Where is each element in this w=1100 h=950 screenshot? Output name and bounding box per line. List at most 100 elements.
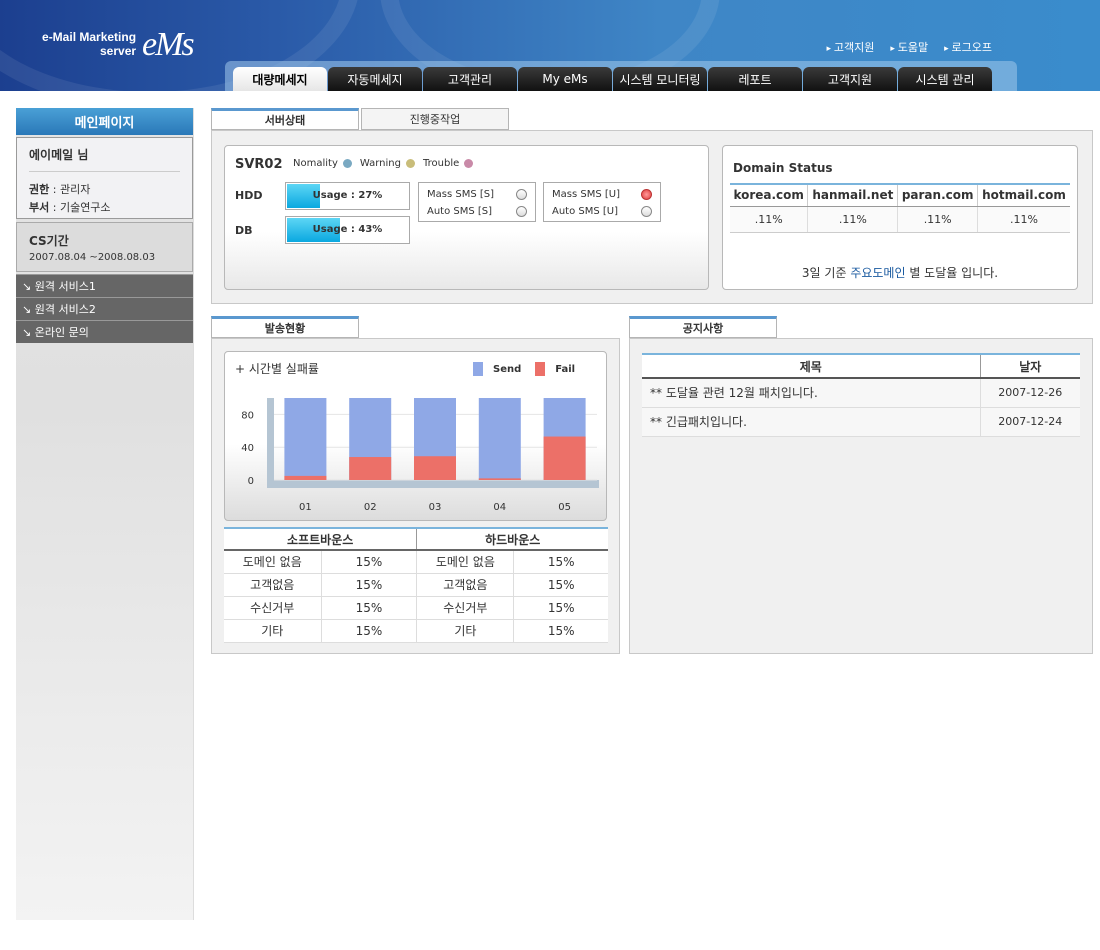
bounce-row: 수신거부 15% 수신거부 15% <box>224 596 608 620</box>
auto-sms-s-radio[interactable] <box>516 206 527 217</box>
mass-sms-u-radio[interactable] <box>641 189 652 200</box>
sidebar-item-remote2[interactable]: ↘ 원격 서비스2 <box>16 297 193 320</box>
dept-value: : 기술연구소 <box>52 201 111 214</box>
note-text: 3일 기준 <box>801 266 851 280</box>
tab-server-status[interactable]: 서버상태 <box>211 108 359 130</box>
notice-date-header: 날자 <box>979 353 1080 379</box>
legend-trouble: Trouble <box>423 158 474 169</box>
tab-system-monitoring[interactable]: 시스템 모니터링 <box>613 67 707 91</box>
domain-col: hanmail.net <box>807 183 899 207</box>
bounce-rate: 15% <box>513 596 608 620</box>
sidebar-title[interactable]: 메인페이지 <box>16 108 193 135</box>
bounce-reason: 기타 <box>224 619 322 643</box>
bounce-reason: 기타 <box>416 619 515 643</box>
auto-sms-u-label: Auto SMS [U] <box>552 206 619 217</box>
sidebar-item-remote1[interactable]: ↘ 원격 서비스1 <box>16 274 193 297</box>
x-tick-label: 03 <box>429 502 442 513</box>
bounce-row: 고객없음 15% 고객없음 15% <box>224 573 608 597</box>
tab-jobs-in-progress[interactable]: 진행중작업 <box>361 108 509 130</box>
chart-box: + 시간별 실패률 Send Fail 0 40 80 01 02 03 04 05 <box>224 351 607 521</box>
bounce-rate: 15% <box>513 550 608 574</box>
cs-period: 2007.08.04 ~2008.08.03 <box>29 252 156 263</box>
notice-title-header: 제목 <box>642 353 980 379</box>
domain-rate: .11% <box>897 206 979 233</box>
bounce-row: 기타 15% 기타 15% <box>224 619 608 643</box>
hdd-usage-bar: Usage : 27% <box>285 182 410 210</box>
bounce-reason: 도메인 없음 <box>224 550 322 574</box>
notice-title[interactable]: ** 긴급패치입니다. <box>642 407 980 437</box>
domain-rate: .11% <box>977 206 1070 233</box>
db-usage-text: Usage : 43% <box>312 224 383 235</box>
auto-sms-s-label: Auto SMS [S] <box>427 206 493 217</box>
note-highlight: 주요도메인 <box>850 266 906 280</box>
tab-send-status[interactable]: 발송현황 <box>211 316 359 338</box>
cs-title: CS기간 <box>29 234 69 248</box>
tab-my-ems[interactable]: My eMs <box>518 67 612 91</box>
server-name: SVR02 <box>235 157 283 172</box>
y-tick-label: 0 <box>248 476 254 487</box>
mass-sms-u-label: Mass SMS [U] <box>552 189 620 200</box>
logo-line1: e-Mail Marketing <box>42 30 137 44</box>
user-dept: 부서 : 기술연구소 <box>29 199 180 215</box>
top-link-help[interactable]: 도움말 <box>890 39 928 55</box>
arrow-icon: ↘ <box>22 302 35 316</box>
normal-dot-icon <box>342 158 352 168</box>
soft-bounce-header: 소프트바운스 <box>224 527 417 551</box>
x-tick-label: 05 <box>558 502 571 513</box>
notice-date: 2007-12-24 <box>979 407 1080 437</box>
sms-s-box: Mass SMS [S] Auto SMS [S] <box>418 182 536 222</box>
notice-row[interactable]: ** 도달율 관련 12월 패치입니다. 2007-12-26 <box>642 378 1080 408</box>
cs-period-box: CS기간 2007.08.04 ~2008.08.03 <box>16 222 193 272</box>
tab-report[interactable]: 레포트 <box>708 67 802 91</box>
tab-customer[interactable]: 고객관리 <box>423 67 517 91</box>
x-tick-label: 01 <box>299 502 312 513</box>
send-bar <box>284 398 327 480</box>
tab-bulk-message[interactable]: 대량메세지 <box>233 67 327 91</box>
role-label: 권한 <box>29 183 50 196</box>
send-bar <box>478 398 521 480</box>
tab-notice[interactable]: 공지사항 <box>629 316 777 338</box>
bounce-rate: 15% <box>513 573 608 597</box>
app-logo[interactable]: e-Mail Marketing server eMs <box>38 26 195 63</box>
legend-warning: Warning <box>360 158 415 169</box>
role-value: : 관리자 <box>52 183 91 196</box>
top-link-support[interactable]: 고객지원 <box>826 39 874 55</box>
main-nav: 대량메세지 자동메세지 고객관리 My eMs 시스템 모니터링 레포트 고객지… <box>225 61 1017 91</box>
hard-bounce-header: 하드바운스 <box>416 527 608 551</box>
sidebar-item-online-inquiry[interactable]: ↘ 온라인 문의 <box>16 320 193 343</box>
db-usage-bar: Usage : 43% <box>285 216 410 244</box>
tab-support[interactable]: 고객지원 <box>803 67 897 91</box>
notice-title[interactable]: ** 도달율 관련 12월 패치입니다. <box>642 378 980 408</box>
hdd-usage-text: Usage : 27% <box>312 190 383 201</box>
domain-rate: .11% <box>807 206 899 233</box>
bounce-rate: 15% <box>321 573 418 597</box>
domain-rate: .11% <box>730 206 809 233</box>
bounce-rate: 15% <box>321 619 418 643</box>
notice-row[interactable]: ** 긴급패치입니다. 2007-12-24 <box>642 407 1080 437</box>
user-info: 에이메일 님 권한 : 관리자 부서 : 기술연구소 <box>16 137 193 219</box>
bounce-row: 도메인 없음 15% 도메인 없음 15% <box>224 550 608 574</box>
tab-auto-message[interactable]: 자동메세지 <box>328 67 422 91</box>
domain-table: korea.com hanmail.net paran.com hotmail.… <box>730 183 1070 233</box>
notice-table: 제목 날자 ** 도달율 관련 12월 패치입니다. 2007-12-26 ** 긴… <box>642 353 1080 437</box>
fail-bar <box>414 456 456 480</box>
top-link-logoff[interactable]: 로그오프 <box>944 39 992 55</box>
x-axis-strip <box>273 480 599 488</box>
bounce-reason: 도메인 없음 <box>416 550 515 574</box>
tab-system-admin[interactable]: 시스템 관리 <box>898 67 992 91</box>
x-tick-label: 02 <box>364 502 377 513</box>
y-axis-strip <box>267 398 274 488</box>
dept-label: 부서 <box>29 201 50 214</box>
bounce-reason: 수신거부 <box>224 596 322 620</box>
auto-sms-u-radio[interactable] <box>641 206 652 217</box>
top-links: 고객지원 도움말 로그오프 <box>826 39 992 55</box>
mass-sms-s-radio[interactable] <box>516 189 527 200</box>
sidebar-item-label: 원격 서비스1 <box>34 280 96 293</box>
arrow-icon: ↘ <box>22 279 35 293</box>
y-tick-label: 40 <box>241 443 254 454</box>
user-name: 에이메일 님 <box>29 146 180 172</box>
send-status-panel: + 시간별 실패률 Send Fail 0 40 80 01 02 03 04 05 소프트바… <box>211 338 620 654</box>
arrow-icon: ↘ <box>22 325 35 339</box>
server-status-panel: SVR02 Nomality Warning Trouble HDD Usage… <box>211 130 1093 304</box>
domain-status-title: Domain Status <box>733 161 833 175</box>
